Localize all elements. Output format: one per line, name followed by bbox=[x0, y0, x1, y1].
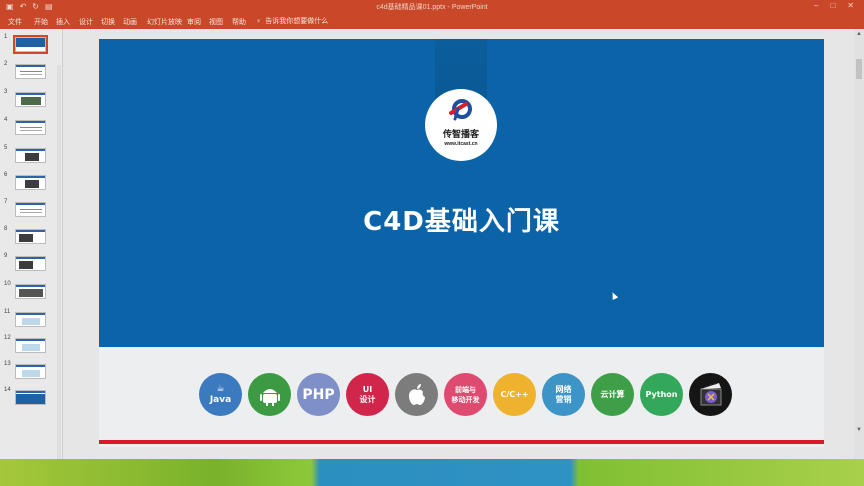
thumbnail-number: 8 bbox=[4, 226, 8, 232]
tab-view[interactable]: 视图 bbox=[209, 17, 223, 27]
current-slide[interactable]: 传智播客 www.itcast.cn C4D基础入门课 ☕ Java PHP UI… bbox=[99, 39, 824, 447]
bottom-video-band bbox=[0, 459, 864, 486]
minimize-icon[interactable]: – bbox=[814, 1, 818, 10]
php-label: PHP bbox=[302, 386, 335, 403]
thumbnail-row[interactable]: 9 bbox=[0, 253, 56, 273]
course-icon-row: ☕ Java PHP UI 设计 前端与 移动开发 C/C++ 网络 营销 云计… bbox=[199, 373, 739, 419]
scrollbar-thumb[interactable] bbox=[856, 59, 862, 79]
thumbnail-number: 2 bbox=[4, 61, 8, 67]
window-title: c4d基础精品课01.pptx - PowerPoint bbox=[376, 4, 488, 11]
scroll-up-icon[interactable]: ▲ bbox=[856, 31, 862, 37]
android-icon bbox=[248, 373, 291, 416]
slide-thumbnail[interactable] bbox=[15, 364, 46, 379]
thumbnail-number: 9 bbox=[4, 253, 8, 259]
slide-thumbnail[interactable] bbox=[15, 92, 46, 107]
tab-insert[interactable]: 插入 bbox=[56, 17, 70, 27]
tab-transitions[interactable]: 切换 bbox=[101, 17, 115, 27]
python-label: Python bbox=[645, 389, 678, 399]
thumbnail-number: 7 bbox=[4, 199, 8, 205]
c-cpp-label: C/C++ bbox=[500, 389, 529, 399]
thumbnail-number: 13 bbox=[4, 361, 11, 367]
thumbnail-number: 12 bbox=[4, 335, 11, 341]
logo-name: 传智播客 bbox=[442, 130, 479, 140]
tell-me-placeholder: 告诉我你想要做什么 bbox=[265, 18, 329, 25]
thumbnail-row[interactable]: 14 bbox=[0, 387, 56, 407]
tab-design[interactable]: 设计 bbox=[79, 17, 93, 27]
itcast-logo: 传智播客 www.itcast.cn bbox=[425, 89, 497, 161]
lightbulb-icon: ♀ bbox=[256, 17, 262, 25]
thumbnail-number: 1 bbox=[4, 34, 8, 40]
tab-animations[interactable]: 动画 bbox=[123, 17, 137, 27]
slide-thumbnail[interactable] bbox=[15, 312, 46, 327]
tab-home[interactable]: 开始 bbox=[34, 17, 48, 27]
thumbnail-number: 5 bbox=[4, 145, 8, 151]
ribbon-tabs: 文件 开始 插入 设计 切换 动画 幻灯片放映 审阅 视图 帮助 ♀ 告诉我你想… bbox=[0, 14, 864, 29]
thumbnail-row[interactable]: 4 bbox=[0, 117, 56, 137]
java-label: Java bbox=[209, 394, 232, 405]
title-bar: ▣ ↶ ↻ ▤ c4d基础精品课01.pptx - PowerPoint – □… bbox=[0, 0, 864, 14]
final-cut-icon bbox=[689, 373, 732, 416]
tab-slideshow[interactable]: 幻灯片放映 bbox=[147, 17, 182, 27]
maximize-icon[interactable]: □ bbox=[830, 1, 835, 10]
thumbnail-row[interactable]: 1 bbox=[0, 34, 56, 54]
thumbnail-row[interactable]: 5 bbox=[0, 145, 56, 165]
slide-thumbnail[interactable] bbox=[15, 256, 46, 271]
c-cpp-icon: C/C++ bbox=[493, 373, 536, 416]
ui-design-icon: UI 设计 bbox=[346, 373, 389, 416]
thumbnail-number: 4 bbox=[4, 117, 8, 123]
slide-thumbnail[interactable] bbox=[15, 175, 46, 190]
network-marketing-label: 网络 营销 bbox=[555, 384, 572, 404]
ui-design-label: UI 设计 bbox=[359, 384, 376, 404]
frontend-mobile-label: 前端与 移动开发 bbox=[451, 385, 480, 404]
slide-thumbnail-pane: 1 2 3 4 5 6 7 8 9 10 11 12 13 14 bbox=[0, 29, 63, 485]
thumbnail-number: 14 bbox=[4, 387, 11, 393]
tab-review[interactable]: 审阅 bbox=[187, 17, 201, 27]
slide-thumbnail[interactable] bbox=[15, 338, 46, 353]
network-marketing-icon: 网络 营销 bbox=[542, 373, 585, 416]
slide-red-line bbox=[99, 440, 824, 444]
thumbnail-number: 10 bbox=[4, 281, 11, 287]
slide-thumbnail[interactable] bbox=[13, 35, 48, 54]
tab-file[interactable]: 文件 bbox=[8, 17, 22, 27]
tell-me-box[interactable]: ♀ 告诉我你想要做什么 bbox=[256, 16, 328, 26]
thumbnail-row[interactable]: 8 bbox=[0, 226, 56, 246]
java-icon: ☕ Java bbox=[199, 373, 242, 416]
cloud-computing-icon: 云计算 bbox=[591, 373, 634, 416]
thumbnail-number: 3 bbox=[4, 89, 8, 95]
thumbnail-row[interactable]: 11 bbox=[0, 309, 56, 329]
vertical-scrollbar[interactable]: ▲ ▼ bbox=[854, 29, 864, 459]
thumbnail-number: 11 bbox=[4, 309, 11, 315]
close-icon[interactable]: ✕ bbox=[847, 1, 854, 10]
thumbnail-scrollbar[interactable] bbox=[57, 65, 61, 485]
thumbnail-row[interactable]: 10 bbox=[0, 281, 56, 301]
slide-thumbnail[interactable] bbox=[15, 229, 46, 244]
php-icon: PHP bbox=[297, 373, 340, 416]
cloud-computing-label: 云计算 bbox=[600, 389, 625, 399]
slide-title: C4D基础入门课 bbox=[363, 207, 560, 237]
slide-thumbnail[interactable] bbox=[15, 64, 46, 79]
apple-icon bbox=[395, 373, 438, 416]
slide-thumbnail[interactable] bbox=[15, 202, 46, 217]
slide-thumbnail[interactable] bbox=[15, 390, 46, 405]
slide-thumbnail[interactable] bbox=[15, 120, 46, 135]
thumbnail-row[interactable]: 2 bbox=[0, 61, 56, 81]
itcast-logo-mark-icon bbox=[449, 99, 472, 121]
thumbnail-row[interactable]: 7 bbox=[0, 199, 56, 219]
slide-thumbnail[interactable] bbox=[15, 284, 46, 299]
thumbnail-row[interactable]: 12 bbox=[0, 335, 56, 355]
logo-url: www.itcast.cn bbox=[444, 141, 478, 147]
slide-thumbnail[interactable] bbox=[15, 148, 46, 163]
tab-help[interactable]: 帮助 bbox=[232, 17, 246, 27]
thumbnail-row[interactable]: 6 bbox=[0, 172, 56, 192]
python-icon: Python bbox=[640, 373, 683, 416]
frontend-mobile-icon: 前端与 移动开发 bbox=[444, 373, 487, 416]
thumbnail-row[interactable]: 13 bbox=[0, 361, 56, 381]
thumbnail-number: 6 bbox=[4, 172, 8, 178]
thumbnail-row[interactable]: 3 bbox=[0, 89, 56, 109]
window-controls: – □ ✕ bbox=[814, 1, 854, 10]
scroll-down-icon[interactable]: ▼ bbox=[856, 427, 862, 433]
